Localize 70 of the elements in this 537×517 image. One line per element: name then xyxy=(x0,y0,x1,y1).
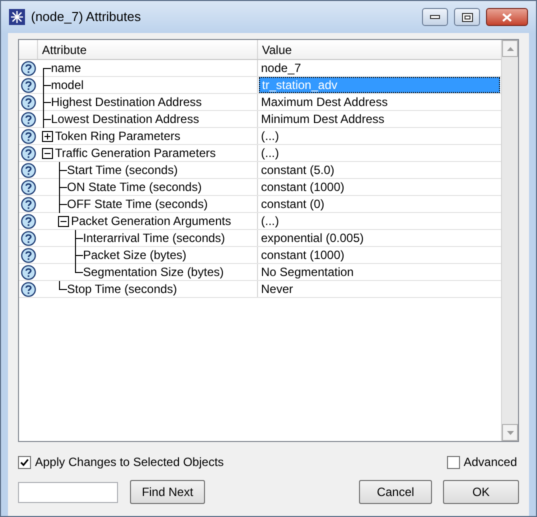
attribute-name: Packet Generation Arguments xyxy=(71,213,232,230)
help-icon[interactable] xyxy=(21,60,36,76)
attribute-value[interactable]: exponential (0.005) xyxy=(259,230,500,246)
tree-connector-icon xyxy=(58,162,67,178)
attribute-name: Interarrival Time (seconds) xyxy=(83,230,226,247)
column-header[interactable]: Attribute xyxy=(38,40,258,59)
attribute-value[interactable]: Never xyxy=(259,281,500,297)
help-icon[interactable] xyxy=(21,180,36,194)
attribute-name: Highest Destination Address xyxy=(51,94,202,111)
tree-connector-icon xyxy=(42,94,51,110)
tree-connector-icon xyxy=(58,196,67,212)
attribute-value[interactable]: No Segmentation xyxy=(259,264,500,280)
help-icon[interactable] xyxy=(21,146,36,160)
apply-changes-checkbox[interactable] xyxy=(18,456,31,468)
find-field[interactable] xyxy=(18,482,118,502)
help-icon[interactable] xyxy=(21,94,36,110)
attribute-value[interactable]: (...) xyxy=(259,128,500,144)
attribute-value[interactable]: constant (5.0) xyxy=(259,162,500,178)
maximize-icon xyxy=(462,12,472,22)
help-icon[interactable] xyxy=(21,112,36,126)
advanced-checkbox[interactable] xyxy=(446,456,460,468)
attribute-value[interactable]: Minimum Dest Address xyxy=(259,111,500,127)
up-arrow-icon xyxy=(506,46,514,50)
attribute-name: Start Time (seconds) xyxy=(67,162,178,179)
attribute-value[interactable]: (...) xyxy=(259,213,500,229)
app-icon xyxy=(9,9,25,25)
attribute-name: model xyxy=(51,77,84,94)
tree-connector-icon xyxy=(42,110,51,128)
collapse-icon[interactable] xyxy=(58,216,69,226)
attribute-name: Token Ring Parameters xyxy=(55,128,180,145)
help-icon[interactable] xyxy=(21,128,36,144)
attribute-name: Stop Time (seconds) xyxy=(67,281,178,298)
tree-connector-icon xyxy=(74,230,83,246)
attribute-value[interactable]: constant (1000) xyxy=(259,247,500,263)
window-title: (node_7) Attributes xyxy=(31,8,142,26)
help-icon[interactable] xyxy=(21,248,36,262)
attribute-value[interactable]: (...) xyxy=(259,145,500,161)
help-icon[interactable] xyxy=(21,196,36,212)
help-icon[interactable] xyxy=(21,78,36,92)
cancel-button[interactable]: Cancel xyxy=(359,480,432,504)
minimize-icon xyxy=(430,15,440,19)
attribute-name: Segmentation Size (bytes) xyxy=(83,264,224,281)
help-icon[interactable] xyxy=(21,282,36,296)
minimize-button[interactable] xyxy=(422,8,448,26)
down-arrow-icon xyxy=(506,430,514,434)
find-next-button[interactable]: Find Next xyxy=(130,480,205,504)
column-header[interactable]: Value xyxy=(258,40,501,59)
collapse-icon[interactable] xyxy=(42,148,53,158)
attribute-value[interactable]: constant (0) xyxy=(259,196,500,212)
advanced-label[interactable]: Advanced xyxy=(464,453,517,471)
expand-icon[interactable] xyxy=(42,130,53,142)
attribute-name: ON State Time (seconds) xyxy=(67,179,202,196)
apply-changes-label[interactable]: Apply Changes to Selected Objects xyxy=(35,453,224,471)
attribute-value[interactable]: Maximum Dest Address xyxy=(259,94,500,110)
tree-connector-icon xyxy=(58,178,67,196)
help-icon[interactable] xyxy=(21,162,36,178)
close-button[interactable] xyxy=(486,8,528,26)
help-icon[interactable] xyxy=(21,214,36,228)
attribute-name: name xyxy=(51,60,82,77)
attribute-value[interactable]: node_7 xyxy=(259,60,500,76)
help-icon[interactable] xyxy=(21,230,36,246)
attribute-name: Traffic Generation Parameters xyxy=(55,145,216,162)
close-icon xyxy=(502,12,512,22)
attribute-name: Lowest Destination Address xyxy=(51,111,200,128)
attribute-name: Packet Size (bytes) xyxy=(83,247,186,264)
attribute-value[interactable]: constant (1000) xyxy=(259,179,500,195)
ok-button[interactable]: OK xyxy=(443,480,519,504)
attribute-name: OFF State Time (seconds) xyxy=(67,196,208,213)
maximize-button[interactable] xyxy=(454,8,480,26)
help-icon[interactable] xyxy=(21,264,36,280)
